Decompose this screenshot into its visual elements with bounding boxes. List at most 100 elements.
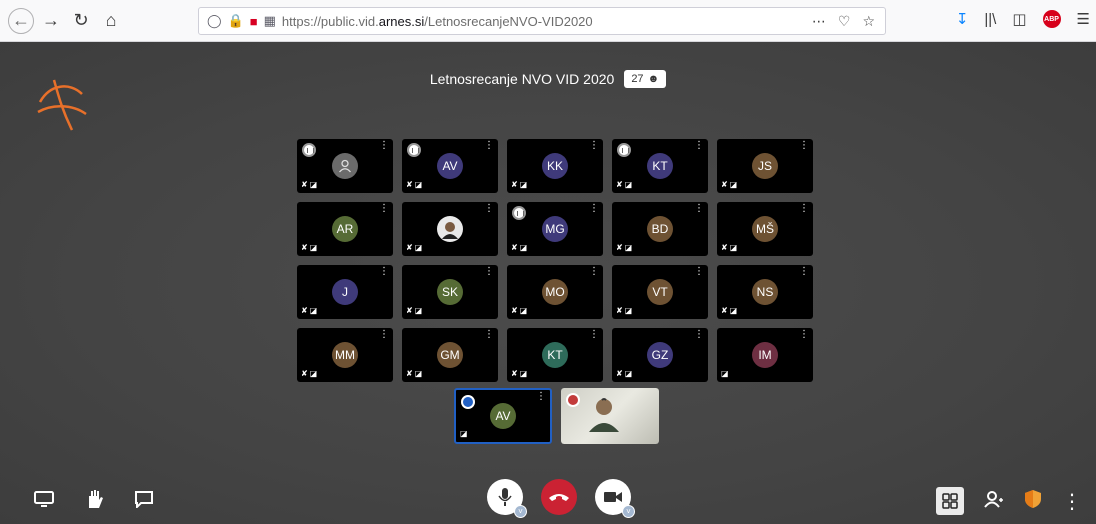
menu-icon[interactable]: ☰: [1077, 10, 1090, 28]
library-icon[interactable]: ||\: [984, 11, 996, 28]
participant-tile[interactable]: AV ⋮ ✘ ◪: [402, 139, 498, 193]
security-shield-icon[interactable]: [1024, 489, 1042, 514]
more-options-icon[interactable]: ⋮: [536, 392, 546, 402]
muted-status-icon: ✘ ◪: [616, 243, 633, 252]
more-options-icon[interactable]: ⋮: [799, 330, 809, 340]
participant-tile[interactable]: KT ⋮ ✘ ◪: [507, 328, 603, 382]
more-options-icon[interactable]: ⋮: [484, 141, 494, 151]
avatar: J: [332, 279, 358, 305]
more-options-icon[interactable]: ⋮: [694, 204, 704, 214]
more-options-icon[interactable]: ⋮: [799, 141, 809, 151]
muted-status-icon: ✘ ◪: [301, 369, 318, 378]
participant-tile[interactable]: J ⋮ ✘ ◪: [297, 265, 393, 319]
muted-status-icon: ✘ ◪: [301, 306, 318, 315]
avatar: MŠ: [752, 216, 778, 242]
avatar: BD: [647, 216, 673, 242]
raise-hand-icon[interactable]: [84, 488, 104, 515]
connection-indicator-icon[interactable]: [407, 143, 421, 157]
participant-tile[interactable]: KK ⋮ ✘ ◪: [507, 139, 603, 193]
reload-icon[interactable]: ↻: [68, 8, 94, 34]
more-options-icon[interactable]: ⋮: [589, 267, 599, 277]
participant-tile[interactable]: SK ⋮ ✘ ◪: [402, 265, 498, 319]
participant-count-badge[interactable]: 27 ☻: [624, 70, 667, 88]
lock-icon[interactable]: 🔒: [228, 13, 244, 29]
more-options-icon[interactable]: ⋮: [379, 330, 389, 340]
avatar: AV: [437, 153, 463, 179]
chevron-down-icon[interactable]: ˅: [622, 505, 635, 518]
connection-indicator-icon[interactable]: [512, 206, 526, 220]
tile-view-button[interactable]: [936, 487, 964, 515]
participant-tile[interactable]: JS ⋮ ✘ ◪: [717, 139, 813, 193]
page-actions-icon[interactable]: ⋯: [812, 13, 826, 30]
participant-tile[interactable]: VT ⋮ ✘ ◪: [612, 265, 708, 319]
avatar: SK: [437, 279, 463, 305]
more-options-icon[interactable]: ⋮: [484, 267, 494, 277]
connection-indicator-icon[interactable]: [617, 143, 631, 157]
microphone-button[interactable]: ˅: [487, 479, 527, 518]
participant-tile[interactable]: MŠ ⋮ ✘ ◪: [717, 202, 813, 256]
muted-status-icon: ✘ ◪: [721, 243, 738, 252]
participant-tile[interactable]: IM ⋮ ◪: [717, 328, 813, 382]
participant-tile[interactable]: KT ⋮ ✘ ◪: [612, 139, 708, 193]
avatar: NS: [752, 279, 778, 305]
more-options-icon[interactable]: ⋮: [589, 141, 599, 151]
grid-icon: [942, 493, 958, 509]
more-options-icon[interactable]: ⋮: [484, 330, 494, 340]
avatar: [437, 216, 463, 242]
participant-tile[interactable]: MO ⋮ ✘ ◪: [507, 265, 603, 319]
participant-tile[interactable]: ⋮ ✘ ◪: [297, 139, 393, 193]
more-options-icon[interactable]: ⋮: [484, 204, 494, 214]
autoplay-blocked-icon[interactable]: ▦: [264, 13, 276, 29]
pocket-icon[interactable]: ♡: [838, 13, 851, 30]
connection-indicator-icon[interactable]: [302, 143, 316, 157]
local-video-tile[interactable]: [561, 388, 659, 444]
participant-tile[interactable]: BD ⋮ ✘ ◪: [612, 202, 708, 256]
muted-status-icon: ✘ ◪: [406, 180, 423, 189]
participant-tile[interactable]: MG ⋮ ✘ ◪: [507, 202, 603, 256]
camera-permission-icon[interactable]: ■: [250, 14, 258, 29]
more-options-icon[interactable]: ⋮: [694, 267, 704, 277]
more-options-icon[interactable]: ⋮: [799, 204, 809, 214]
more-options-icon[interactable]: ⋮: [379, 204, 389, 214]
more-options-icon[interactable]: ⋮: [694, 330, 704, 340]
chevron-down-icon[interactable]: ˅: [514, 505, 527, 518]
muted-status-icon: ✘ ◪: [721, 306, 738, 315]
muted-status-icon: ✘ ◪: [511, 243, 528, 252]
more-options-icon[interactable]: ⋮: [799, 267, 809, 277]
url-text[interactable]: https://public.vid.arnes.si/Letnosrecanj…: [282, 14, 593, 29]
speaker-icon: [461, 395, 475, 409]
more-options-icon[interactable]: ⋮: [589, 330, 599, 340]
more-options-icon[interactable]: ⋮: [379, 141, 389, 151]
camera-button[interactable]: ˅: [595, 479, 635, 518]
home-icon[interactable]: ⌂: [98, 8, 124, 34]
participant-tile[interactable]: AR ⋮ ✘ ◪: [297, 202, 393, 256]
avatar: KT: [542, 342, 568, 368]
dominant-speaker-tile[interactable]: AV ⋮ ◪: [454, 388, 552, 444]
muted-status-icon: ✘ ◪: [511, 306, 528, 315]
muted-status-icon: ✘ ◪: [616, 369, 633, 378]
forward-icon[interactable]: →: [38, 8, 64, 34]
participant-tile[interactable]: NS ⋮ ✘ ◪: [717, 265, 813, 319]
hangup-button[interactable]: [541, 479, 577, 515]
avatar: KK: [542, 153, 568, 179]
more-options-icon[interactable]: ⋮: [694, 141, 704, 151]
invite-people-icon[interactable]: [984, 490, 1004, 513]
participant-tile[interactable]: ⋮ ✘ ◪: [402, 202, 498, 256]
avatar: [332, 153, 358, 179]
more-options-icon[interactable]: ⋮: [589, 204, 599, 214]
adblock-icon[interactable]: ABP: [1042, 10, 1061, 28]
avatar: GM: [437, 342, 463, 368]
participant-tile[interactable]: GM ⋮ ✘ ◪: [402, 328, 498, 382]
participant-tile[interactable]: GZ ⋮ ✘ ◪: [612, 328, 708, 382]
more-actions-icon[interactable]: ⋮: [1062, 489, 1082, 514]
back-icon[interactable]: ←: [8, 7, 34, 34]
screen-share-icon[interactable]: [34, 490, 54, 513]
tracking-shield-icon[interactable]: ◯: [207, 13, 222, 29]
bookmark-star-icon[interactable]: ☆: [862, 13, 875, 30]
url-bar[interactable]: ◯ 🔒 ■ ▦ https://public.vid.arnes.si/Letn…: [198, 7, 886, 35]
sidebar-icon[interactable]: ◫: [1012, 10, 1026, 28]
downloads-icon[interactable]: ↧: [956, 10, 969, 28]
chat-icon[interactable]: [134, 490, 154, 513]
more-options-icon[interactable]: ⋮: [379, 267, 389, 277]
participant-tile[interactable]: MM ⋮ ✘ ◪: [297, 328, 393, 382]
